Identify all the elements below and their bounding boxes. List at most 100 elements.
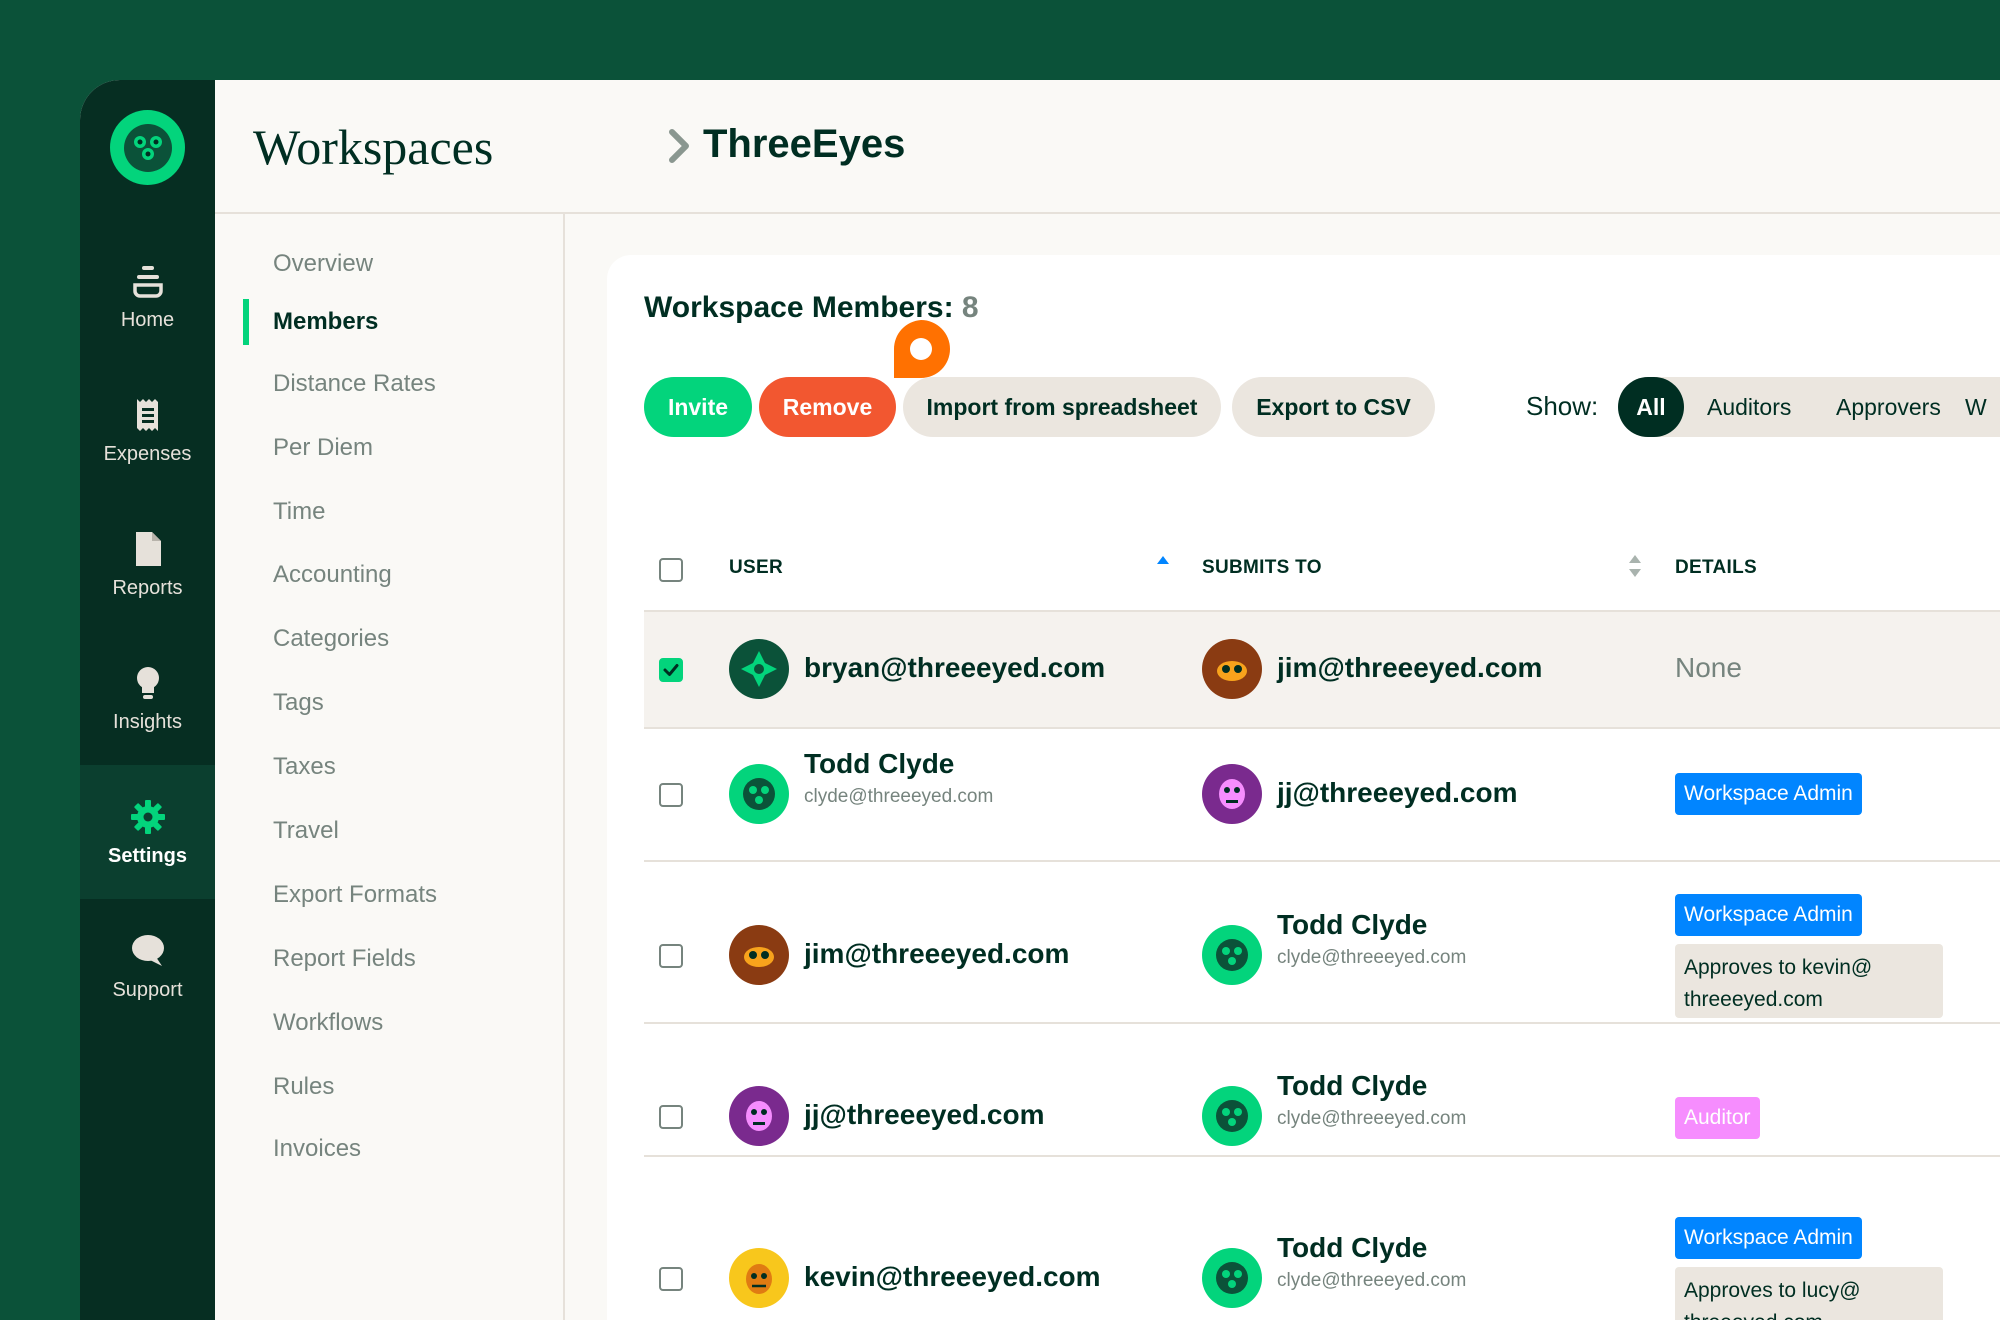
sort-ascending-icon[interactable]: [1156, 555, 1170, 565]
submits-to-name[interactable]: Todd Clyde: [1277, 909, 1427, 941]
remove-button[interactable]: Remove: [759, 377, 896, 437]
workspace-avatar[interactable]: [110, 110, 185, 185]
subnav-travel[interactable]: Travel: [273, 811, 339, 851]
subnav-distance-rates[interactable]: Distance Rates: [273, 364, 436, 404]
nav-reports[interactable]: Reports: [80, 497, 215, 631]
submits-to-email-secondary: clyde@threeeyed.com: [1277, 947, 1467, 968]
submits-to-name[interactable]: Todd Clyde: [1277, 1070, 1427, 1102]
avatar: [729, 1086, 789, 1146]
avatar: [1202, 639, 1262, 699]
export-csv-button[interactable]: Export to CSV: [1232, 377, 1435, 437]
submits-to-name[interactable]: Todd Clyde: [1277, 1232, 1427, 1264]
workspace-admin-badge: Workspace Admin: [1675, 894, 1862, 936]
user-email[interactable]: jim@threeeyed.com: [804, 938, 1069, 970]
subnav-per-diem[interactable]: Per Diem: [273, 428, 373, 468]
avatar: [729, 1248, 789, 1308]
select-all-checkbox[interactable]: [659, 558, 683, 582]
show-filter-label: Show:: [1526, 391, 1599, 421]
subnav-time[interactable]: Time: [273, 492, 325, 532]
mascot-avatar-icon: [1217, 661, 1247, 681]
nav-home-label: Home: [120, 308, 175, 331]
subnav-rules[interactable]: Rules: [273, 1067, 334, 1107]
column-header-user[interactable]: USER: [729, 557, 783, 579]
mascot-avatar-icon: [746, 1101, 772, 1131]
user-email[interactable]: bryan@threeeyed.com: [804, 652, 1105, 684]
row-checkbox[interactable]: [659, 944, 683, 968]
filter-approvers[interactable]: Approvers: [1836, 377, 1941, 437]
invite-button[interactable]: Invite: [644, 377, 752, 437]
subnav-overview[interactable]: Overview: [273, 244, 373, 284]
avatar: [729, 639, 789, 699]
avatar: [1202, 925, 1262, 985]
nav-settings[interactable]: Settings: [80, 765, 215, 899]
column-header-submits-to[interactable]: SUBMITS TO: [1202, 557, 1322, 579]
nav-insights[interactable]: Insights: [80, 631, 215, 765]
document-icon: [135, 531, 161, 566]
checkmark-icon: [663, 664, 679, 676]
nav-home[interactable]: Home: [80, 229, 215, 363]
nav-support[interactable]: Support: [80, 899, 215, 1033]
user-name[interactable]: Todd Clyde: [804, 748, 954, 780]
user-email[interactable]: kevin@threeeyed.com: [804, 1261, 1101, 1293]
filter-auditors[interactable]: Auditors: [1707, 377, 1791, 437]
subnav-members[interactable]: Members: [273, 302, 378, 342]
subnav-tags[interactable]: Tags: [273, 683, 324, 723]
row-checkbox[interactable]: [659, 1105, 683, 1129]
mascot-avatar-icon: [1216, 939, 1248, 971]
row-checkbox[interactable]: [659, 1267, 683, 1291]
table-divider: [644, 1155, 2000, 1157]
mascot-avatar-icon: [743, 778, 775, 810]
breadcrumb-workspaces[interactable]: Workspaces: [253, 118, 493, 176]
gear-icon: [130, 799, 165, 834]
avatar: [1202, 1086, 1262, 1146]
nav-expenses[interactable]: Expenses: [80, 363, 215, 497]
nav-expenses-label: Expenses: [103, 442, 192, 465]
sort-unsorted-icon[interactable]: [1628, 553, 1642, 579]
avatar: [729, 764, 789, 824]
auditor-badge: Auditor: [1675, 1097, 1760, 1139]
row-checkbox[interactable]: [659, 783, 683, 807]
nav-insights-label: Insights: [113, 710, 182, 733]
user-email-secondary: clyde@threeeyed.com: [804, 786, 994, 807]
mascot-avatar-icon: [746, 1264, 772, 1294]
submits-to-email[interactable]: jj@threeeyed.com: [1277, 777, 1518, 809]
mascot-avatar-icon: [1216, 1262, 1248, 1294]
subnav-export-formats[interactable]: Export Formats: [273, 875, 437, 915]
details-none: None: [1675, 652, 1742, 683]
mascot-avatar-icon: [1216, 1100, 1248, 1132]
filter-more[interactable]: W: [1965, 377, 1987, 437]
settings-subnav: Overview Members Distance Rates Per Diem…: [215, 214, 565, 1320]
page-header: Workspaces ThreeEyes: [215, 80, 2000, 214]
main-nav-rail: Home Expenses Reports Insights Settings …: [80, 80, 215, 1320]
active-indicator: [243, 299, 249, 345]
members-card: Workspace Members: 8 Invite Remove Impor…: [607, 255, 2000, 1320]
submits-to-email-secondary: clyde@threeeyed.com: [1277, 1108, 1467, 1129]
column-header-details[interactable]: DETAILS: [1675, 557, 1757, 579]
import-spreadsheet-button[interactable]: Import from spreadsheet: [903, 377, 1221, 437]
avatar: [729, 925, 789, 985]
mascot-avatar-icon: [741, 651, 777, 687]
submits-to-email[interactable]: jim@threeeyed.com: [1277, 652, 1542, 684]
lightbulb-icon: [136, 666, 159, 699]
subnav-workflows[interactable]: Workflows: [273, 1003, 383, 1043]
user-email[interactable]: jj@threeeyed.com: [804, 1099, 1045, 1131]
subnav-invoices[interactable]: Invoices: [273, 1129, 361, 1169]
app-window: Home Expenses Reports Insights Settings …: [80, 80, 2000, 1320]
table-divider: [644, 860, 2000, 862]
subnav-report-fields[interactable]: Report Fields: [273, 939, 416, 979]
workspace-admin-badge: Workspace Admin: [1675, 773, 1862, 815]
subnav-categories[interactable]: Categories: [273, 619, 389, 659]
location-pin-icon: [893, 320, 950, 378]
subnav-accounting[interactable]: Accounting: [273, 555, 392, 595]
subnav-taxes[interactable]: Taxes: [273, 747, 336, 787]
avatar: [1202, 764, 1262, 824]
row-checkbox[interactable]: [659, 658, 683, 682]
mascot-avatar-icon: [1219, 779, 1245, 809]
filter-all[interactable]: All: [1618, 377, 1684, 437]
breadcrumb-current: ThreeEyes: [703, 122, 906, 166]
nav-settings-label: Settings: [108, 844, 187, 867]
chat-bubble-icon: [131, 934, 164, 966]
table-divider: [644, 1022, 2000, 1024]
nav-support-label: Support: [112, 978, 183, 1001]
submits-to-email-secondary: clyde@threeeyed.com: [1277, 1270, 1467, 1291]
